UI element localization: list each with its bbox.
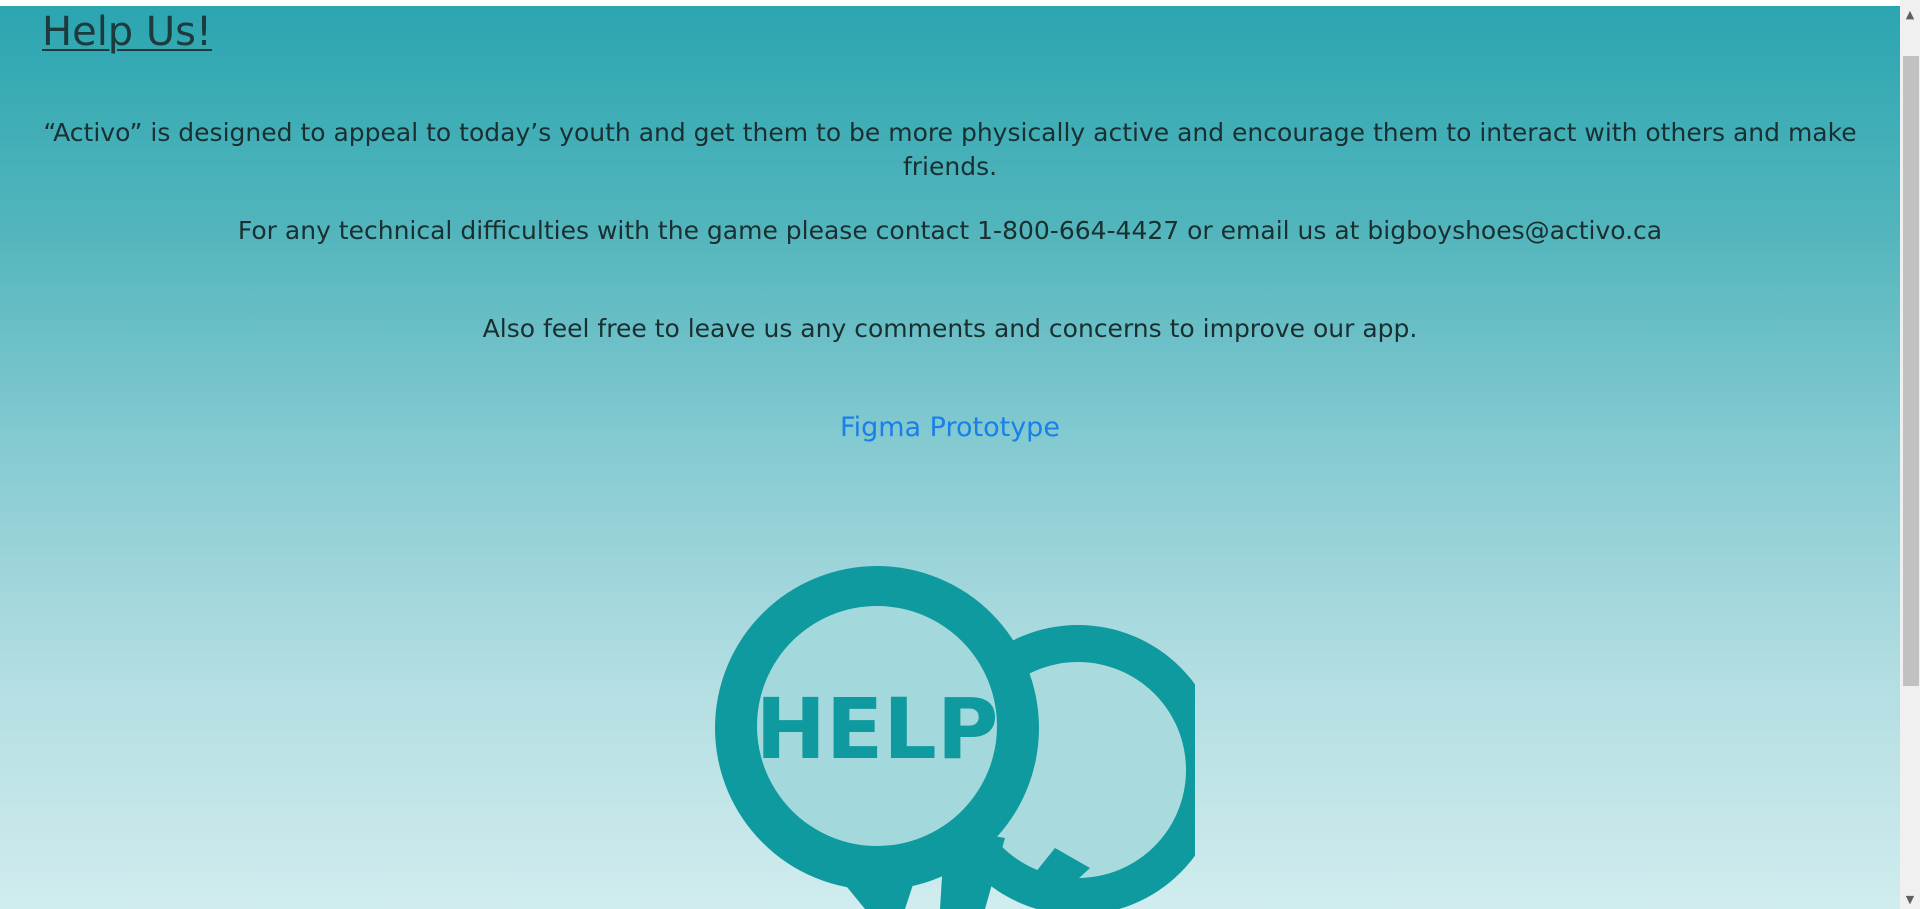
intro-paragraph: “Activo” is designed to appeal to today’… [43,118,1857,181]
feedback-paragraph: Also feel free to leave us any comments … [482,314,1418,343]
vertical-scrollbar[interactable]: ▲ ▼ [1900,0,1920,909]
page-title: Help Us! [42,9,213,55]
contact-paragraph: For any technical difficulties with the … [237,216,1663,245]
scrollbar-thumb[interactable] [1903,56,1919,686]
page-body: Help Us! “Activo” is designed to appeal … [0,0,1900,909]
help-speech-bubbles-icon: HELP [715,566,1195,909]
chevron-up-icon[interactable]: ▲ [1900,4,1920,24]
chevron-down-icon[interactable]: ▼ [1900,889,1920,909]
figma-prototype-link[interactable]: Figma Prototype [840,412,1060,443]
top-edge [0,0,1900,6]
help-graphic-label: HELP [756,680,999,778]
prototype-link-wrapper: Figma Prototype [0,411,1900,445]
